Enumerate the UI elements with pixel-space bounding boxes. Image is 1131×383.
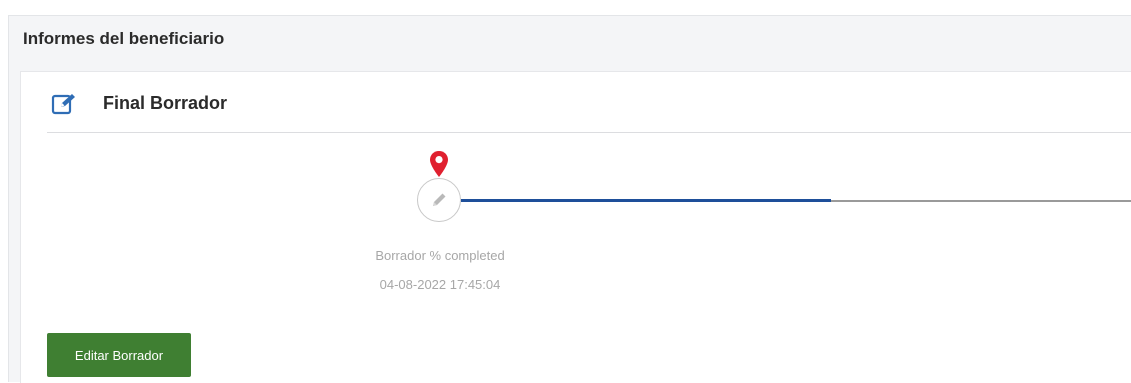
pencil-icon [433,193,446,206]
beneficiary-reports-section: Informes del beneficiario Final Borrador… [8,15,1131,383]
timeline-timestamp: 04-08-2022 17:45:04 [379,277,501,292]
edit-draft-button[interactable]: Editar Borrador [47,333,191,377]
card-header: Final Borrador [47,72,1131,133]
progress-bar-completed [461,199,831,202]
timeline-status-label: Borrador % completed [375,248,505,263]
location-pin-icon [430,151,448,177]
edit-icon [51,94,75,115]
progress-bar-remaining [831,200,1131,202]
timeline-node[interactable] [417,178,461,222]
report-card: Final Borrador Borrador % completed 04-0… [20,71,1131,383]
section-title: Informes del beneficiario [23,29,225,48]
card-title: Final Borrador [103,93,228,113]
